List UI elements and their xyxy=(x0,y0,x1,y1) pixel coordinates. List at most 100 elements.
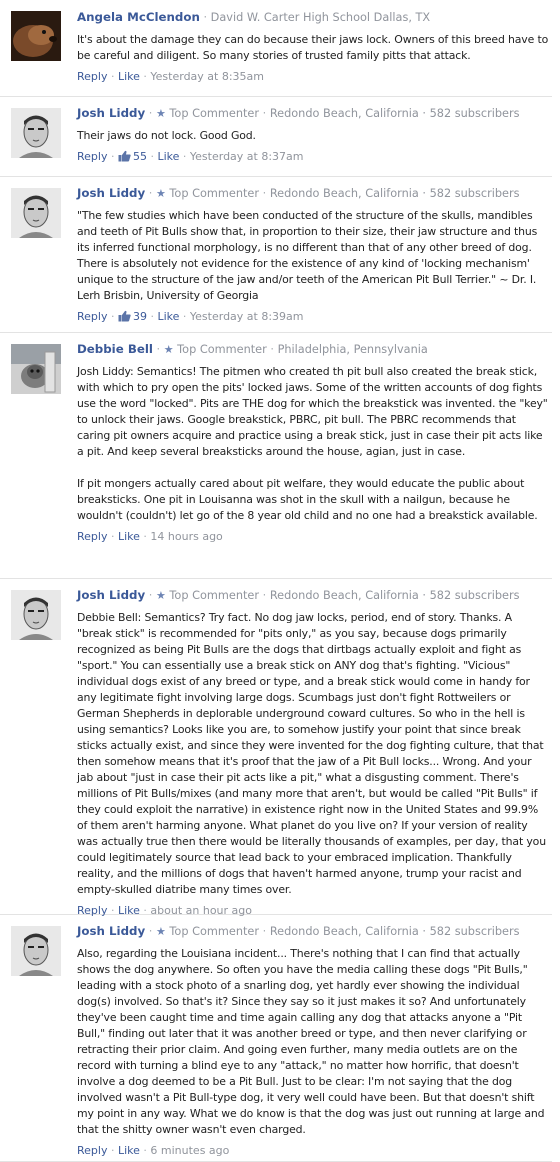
comment-text: Their jaws do not lock. Good God. xyxy=(77,129,256,142)
author-name[interactable]: Josh Liddy xyxy=(77,186,145,200)
star-icon: ★ xyxy=(155,107,166,120)
comment-body: Josh Liddy · ★ Top Commenter · Redondo B… xyxy=(77,587,549,919)
star-icon: ★ xyxy=(155,187,166,200)
commenter-avatar[interactable] xyxy=(11,11,61,61)
comment-timestamp[interactable]: Yesterday at 8:37am xyxy=(190,150,304,163)
star-icon: ★ xyxy=(163,343,174,356)
top-commenter-badge: Top Commenter xyxy=(169,187,260,200)
comment-timestamp[interactable]: Yesterday at 8:39am xyxy=(190,310,304,323)
separator: · xyxy=(270,343,274,356)
separator: · xyxy=(148,187,153,200)
comment-text: Josh Liddy: Semantics! The pitmen who cr… xyxy=(77,365,548,522)
separator: · xyxy=(143,70,147,83)
man-avatar-icon xyxy=(11,590,61,640)
top-commenter-badge: Top Commenter xyxy=(169,925,260,938)
author-name[interactable]: Debbie Bell xyxy=(77,342,153,356)
separator: · xyxy=(203,11,208,24)
man-avatar-icon xyxy=(11,926,61,976)
thumbs-up-icon[interactable] xyxy=(118,150,131,162)
comment-body: Angela McClendon · David W. Carter High … xyxy=(77,9,549,85)
separator: · xyxy=(110,1144,115,1157)
separator: · xyxy=(110,150,115,163)
commenter-avatar[interactable] xyxy=(11,188,61,238)
separator: · xyxy=(143,1144,147,1157)
separator: · xyxy=(148,589,153,602)
commenter-avatar[interactable] xyxy=(11,590,61,640)
like-link[interactable]: Like xyxy=(118,530,140,543)
comment-header: Debbie Bell · ★ Top Commenter · Philadel… xyxy=(77,341,549,358)
separator: · xyxy=(156,343,161,356)
separator: · xyxy=(262,925,267,938)
separator: · xyxy=(182,310,187,323)
author-name[interactable]: Josh Liddy xyxy=(77,924,145,938)
reply-link[interactable]: Reply xyxy=(77,150,107,163)
top-commenter-badge: Top Commenter xyxy=(169,589,260,602)
man-avatar-icon xyxy=(11,108,61,158)
author-detail: Redondo Beach, California · 582 subscrib… xyxy=(269,187,520,200)
comment-header: Josh Liddy · ★ Top Commenter · Redondo B… xyxy=(77,185,549,202)
top-commenter-badge: Top Commenter xyxy=(177,343,267,356)
like-link[interactable]: Like xyxy=(157,310,179,323)
comment-header: Angela McClendon · David W. Carter High … xyxy=(77,9,549,26)
author-name[interactable]: Angela McClendon xyxy=(77,10,200,24)
comment-body: Josh Liddy · ★ Top Commenter · Redondo B… xyxy=(77,105,549,165)
commenter-avatar[interactable] xyxy=(11,108,61,158)
separator: · xyxy=(148,925,153,938)
comment-text: Debbie Bell: Semantics? Try fact. No dog… xyxy=(77,611,546,896)
comment-body: Josh Liddy · ★ Top Commenter · Redondo B… xyxy=(77,185,549,325)
comment-item: Josh Liddy · ★ Top Commenter · Redondo B… xyxy=(0,914,552,1162)
comment-timestamp[interactable]: Yesterday at 8:35am xyxy=(150,70,264,83)
separator: · xyxy=(110,70,115,83)
separator: · xyxy=(110,530,115,543)
reply-link[interactable]: Reply xyxy=(77,310,107,323)
comment-actions: Reply · 39 · Like · Yesterday at 8:39am xyxy=(77,309,549,325)
separator: · xyxy=(182,150,187,163)
comment-body: Debbie Bell · ★ Top Commenter · Philadel… xyxy=(77,341,549,545)
like-link[interactable]: Like xyxy=(118,70,140,83)
comment-text: It's about the damage they can do becaus… xyxy=(77,33,549,62)
reply-link[interactable]: Reply xyxy=(77,1144,107,1157)
thumbs-up-icon[interactable] xyxy=(118,310,131,322)
comment-text: "The few studies which have been conduct… xyxy=(77,209,538,302)
comment-text: Also, regarding the Louisiana incident..… xyxy=(77,947,545,1136)
author-detail: Redondo Beach, California · 582 subscrib… xyxy=(269,589,520,602)
comment-header: Josh Liddy · ★ Top Commenter · Redondo B… xyxy=(77,923,549,940)
author-detail: Redondo Beach, California · 582 subscrib… xyxy=(269,107,520,120)
comment-actions: Reply · Like · Yesterday at 8:35am xyxy=(77,69,549,85)
author-detail: David W. Carter High School Dallas, TX xyxy=(210,11,431,24)
separator: · xyxy=(143,530,147,543)
comment-timestamp[interactable]: 14 hours ago xyxy=(150,530,222,543)
separator: · xyxy=(150,150,154,163)
separator: · xyxy=(148,107,153,120)
commenter-avatar[interactable] xyxy=(11,344,61,394)
dog-avatar-icon xyxy=(11,344,61,394)
like-count[interactable]: 55 xyxy=(133,150,147,163)
comment-item: Josh Liddy · ★ Top Commenter · Redondo B… xyxy=(0,96,552,177)
separator: · xyxy=(262,187,267,200)
separator: · xyxy=(110,310,115,323)
separator: · xyxy=(150,310,154,323)
dog-avatar-icon xyxy=(11,11,61,61)
commenter-avatar[interactable] xyxy=(11,926,61,976)
like-count[interactable]: 39 xyxy=(133,310,147,323)
comment-actions: Reply · 55 · Like · Yesterday at 8:37am xyxy=(77,149,549,165)
comment-item: Debbie Bell · ★ Top Commenter · Philadel… xyxy=(0,332,552,579)
like-link[interactable]: Like xyxy=(157,150,179,163)
author-detail: Redondo Beach, California · 582 subscrib… xyxy=(269,925,520,938)
comment-actions: Reply · Like · 14 hours ago xyxy=(77,529,549,545)
like-link[interactable]: Like xyxy=(118,1144,140,1157)
separator: · xyxy=(262,107,267,120)
separator: · xyxy=(262,589,267,602)
reply-link[interactable]: Reply xyxy=(77,70,107,83)
comment-timestamp[interactable]: 6 minutes ago xyxy=(150,1144,229,1157)
author-name[interactable]: Josh Liddy xyxy=(77,106,145,120)
comment-item: Angela McClendon · David W. Carter High … xyxy=(0,0,552,97)
author-detail: Philadelphia, Pennsylvania xyxy=(277,343,428,356)
comment-body: Josh Liddy · ★ Top Commenter · Redondo B… xyxy=(77,923,549,1159)
author-name[interactable]: Josh Liddy xyxy=(77,588,145,602)
top-commenter-badge: Top Commenter xyxy=(169,107,260,120)
comment-feed: Angela McClendon · David W. Carter High … xyxy=(0,0,560,1162)
comment-item: Josh Liddy · ★ Top Commenter · Redondo B… xyxy=(0,176,552,333)
reply-link[interactable]: Reply xyxy=(77,530,107,543)
comment-item: Josh Liddy · ★ Top Commenter · Redondo B… xyxy=(0,578,552,917)
